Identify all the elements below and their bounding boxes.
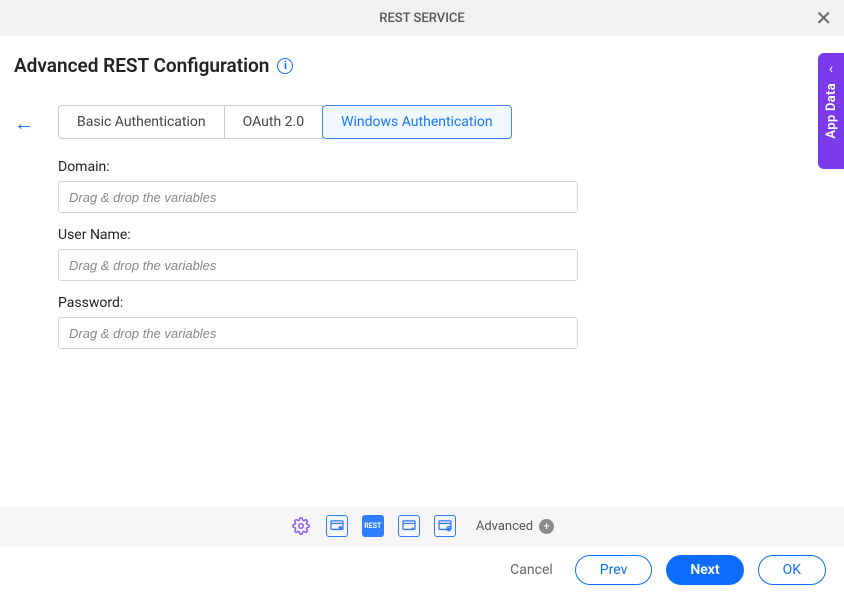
tab-label: OAuth 2.0: [243, 114, 304, 130]
password-label: Password:: [58, 295, 578, 311]
back-arrow-icon[interactable]: ←: [14, 111, 34, 136]
plus-icon: +: [539, 519, 554, 534]
advanced-label: Advanced: [476, 519, 533, 534]
dialog-footer: Cancel Prev Next OK: [0, 546, 844, 594]
cancel-button[interactable]: Cancel: [502, 555, 561, 585]
auth-tabs: Basic Authentication OAuth 2.0 Windows A…: [58, 105, 830, 139]
tab-label: Basic Authentication: [77, 114, 206, 130]
page-title: Advanced REST Configuration: [14, 54, 269, 77]
prev-button[interactable]: Prev: [575, 555, 653, 585]
step-icon-1[interactable]: [326, 515, 348, 537]
gear-icon[interactable]: [290, 515, 312, 537]
windows-auth-form: Domain: User Name: Password:: [58, 159, 578, 349]
step-icon-4[interactable]: [434, 515, 456, 537]
next-button[interactable]: Next: [666, 555, 743, 585]
tab-label: Windows Authentication: [341, 114, 493, 130]
tab-basic-authentication[interactable]: Basic Authentication: [58, 105, 225, 139]
password-input[interactable]: [58, 317, 578, 349]
step-icon-bar: REST Advanced +: [0, 506, 844, 546]
page-title-row: Advanced REST Configuration i: [14, 54, 830, 77]
chevron-left-icon: ‹: [829, 61, 833, 77]
step-icon-rest[interactable]: REST: [362, 515, 384, 537]
domain-input[interactable]: [58, 181, 578, 213]
app-data-panel-toggle[interactable]: ‹ App Data: [818, 53, 844, 169]
tab-windows-authentication[interactable]: Windows Authentication: [322, 105, 512, 139]
close-icon[interactable]: ✕: [815, 8, 832, 28]
dialog-title: REST SERVICE: [379, 11, 464, 26]
tab-oauth-2[interactable]: OAuth 2.0: [224, 105, 323, 139]
username-input[interactable]: [58, 249, 578, 281]
username-label: User Name:: [58, 227, 578, 243]
domain-label: Domain:: [58, 159, 578, 175]
step-icon-3[interactable]: [398, 515, 420, 537]
app-data-label: App Data: [824, 83, 839, 139]
content-area: Advanced REST Configuration i ← Basic Au…: [0, 36, 844, 363]
dialog-header: REST SERVICE ✕: [0, 0, 844, 36]
ok-button[interactable]: OK: [758, 555, 826, 585]
info-icon[interactable]: i: [277, 58, 293, 74]
advanced-toggle[interactable]: Advanced +: [476, 519, 554, 534]
